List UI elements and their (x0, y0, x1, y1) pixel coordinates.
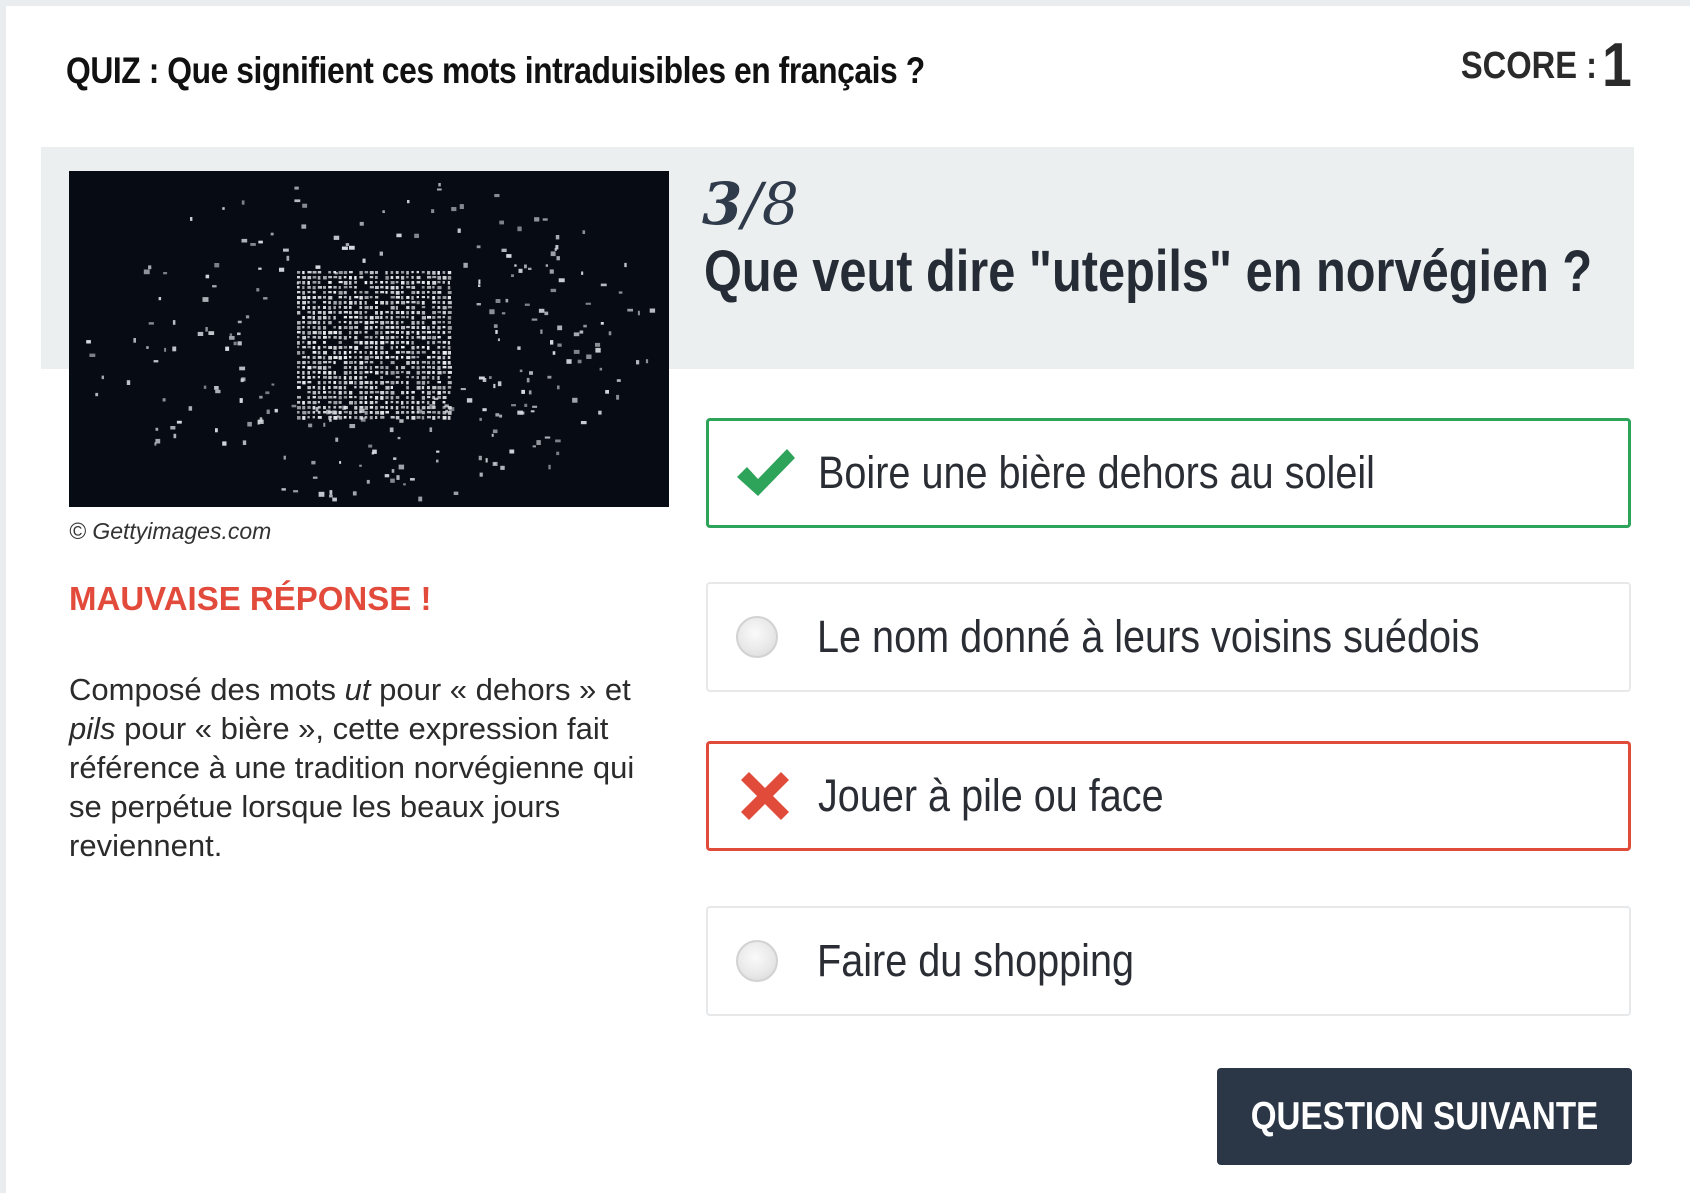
question-photo (69, 171, 669, 507)
next-question-label: QUESTION SUIVANTE (1250, 1094, 1599, 1138)
answer-label: Boire une bière dehors au soleil (818, 447, 1375, 498)
explanation-text: Composé des mots (69, 672, 345, 707)
answer-label: Jouer à pile ou face (818, 770, 1164, 821)
explanation-emphasis: ut (344, 672, 371, 707)
explanation-text: pour « dehors » et (370, 672, 631, 707)
explanation-emphasis: pils (69, 711, 116, 746)
score-value: 1 (1602, 31, 1632, 100)
answer-option[interactable]: Faire du shopping (706, 906, 1631, 1016)
question-text: Que veut dire "utepils" en norvégien ? (704, 239, 1593, 304)
explanation-text: pour « bière », cette expression fait ré… (69, 711, 635, 863)
radio-icon (736, 940, 778, 982)
score-display: SCORE :1 (1461, 30, 1632, 101)
answer-option[interactable]: Le nom donné à leurs voisins suédois (706, 582, 1631, 692)
score-label: SCORE : (1460, 45, 1598, 87)
answer-option-wrong[interactable]: Jouer à pile ou face (706, 741, 1631, 851)
question-total: /8 (742, 170, 799, 238)
radio-icon (736, 616, 778, 658)
question-counter: 3/8 (702, 170, 799, 238)
next-question-button[interactable]: QUESTION SUIVANTE (1217, 1068, 1632, 1165)
quiz-title: QUIZ : Que signifient ces mots intraduis… (66, 50, 925, 91)
answer-label: Faire du shopping (817, 935, 1135, 986)
answer-label: Le nom donné à leurs voisins suédois (817, 611, 1480, 662)
answer-option-correct[interactable]: Boire une bière dehors au soleil (706, 418, 1631, 528)
image-credit: © Gettyimages.com (69, 518, 272, 544)
question-current: 3 (702, 170, 743, 238)
answer-explanation: Composé des mots ut pour « dehors » et p… (69, 670, 669, 865)
check-icon (737, 449, 795, 496)
cross-icon (741, 772, 789, 820)
verdict-message: MAUVAISE RÉPONSE ! (69, 580, 432, 617)
letters-image (69, 171, 669, 507)
